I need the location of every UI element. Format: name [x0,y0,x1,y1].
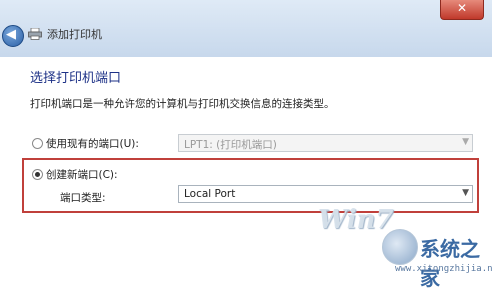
watermark-site-url: www.xitongzhijia.net [395,264,492,274]
back-button[interactable]: ◀ [2,25,24,47]
page-heading: 选择打印机端口 [30,71,122,86]
existing-port-dropdown[interactable]: LPT1: (打印机端口) ▼ [178,134,473,152]
create-new-port-radio[interactable] [32,169,43,180]
create-new-port-label[interactable]: 创建新端口(C): [46,167,118,182]
existing-port-value: LPT1: (打印机端口) [184,139,277,151]
page-description: 打印机端口是一种允许您的计算机与打印机交换信息的连接类型。 [30,98,335,110]
use-existing-port-radio[interactable] [32,138,43,149]
chevron-down-icon: ▼ [462,137,469,147]
printer-icon [28,28,42,40]
port-type-label: 端口类型: [60,192,106,204]
back-arrow-icon: ◀ [6,27,16,42]
chevron-down-icon: ▼ [462,188,469,198]
port-type-value: Local Port [184,188,236,200]
use-existing-port-label[interactable]: 使用现有的端口(U): [46,136,139,151]
title-bar: ✕ ◀ 添加打印机 [0,0,492,57]
watermark-emblem-icon [382,229,418,265]
port-type-dropdown[interactable]: Local Port ▼ [178,185,473,203]
close-button[interactable]: ✕ [440,0,484,20]
watermark-site-name: 系统之家 [420,237,480,290]
window-title: 添加打印机 [47,28,102,41]
close-icon: ✕ [456,1,468,15]
watermark-logo: Win7 [318,205,394,235]
